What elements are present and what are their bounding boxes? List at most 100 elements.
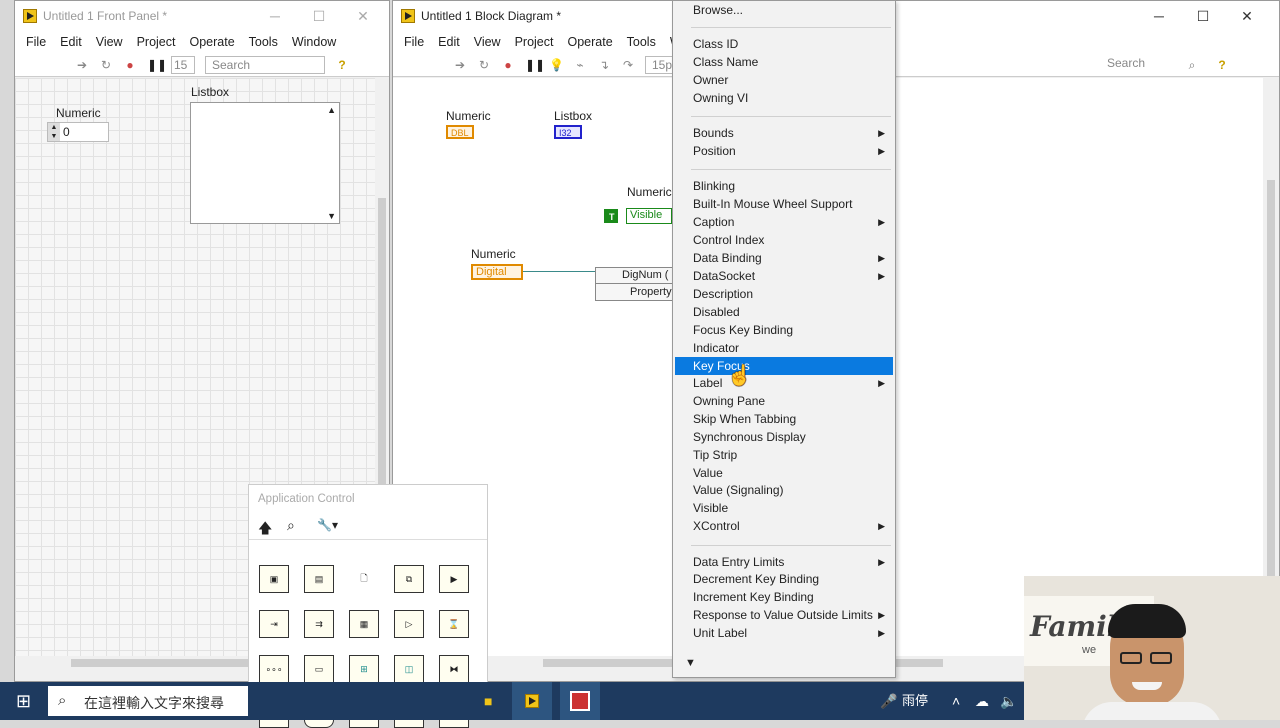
menu-item-focus-key-binding[interactable]: Focus Key Binding bbox=[675, 321, 893, 339]
close-icon[interactable]: ✕ bbox=[1225, 1, 1269, 31]
menu-item-skip-when-tabbing[interactable]: Skip When Tabbing bbox=[675, 410, 893, 428]
file-explorer-icon[interactable]: ■ bbox=[484, 682, 492, 720]
windows-start-icon[interactable]: ⊞ bbox=[16, 682, 31, 720]
close-reference-icon[interactable]: ▤ bbox=[304, 565, 334, 593]
menu-item-control-index[interactable]: Control Index bbox=[675, 231, 893, 249]
menu-item-response-to-value-outside-limits[interactable]: Response to Value Outside Limits ▶ bbox=[675, 606, 893, 624]
run-arrow-icon[interactable]: ➔ bbox=[75, 58, 89, 72]
menu-item-value[interactable]: Value bbox=[675, 464, 893, 482]
open-vi-reference-icon[interactable]: ▣ bbox=[259, 565, 289, 593]
bd-menu-operate[interactable]: Operate bbox=[560, 35, 619, 49]
highlight-execution-icon[interactable]: 💡 bbox=[549, 58, 564, 72]
vi-server-icon[interactable]: ▦ bbox=[349, 610, 379, 638]
menu-scroll-down-icon[interactable]: ▼ bbox=[685, 657, 696, 669]
maximize-icon[interactable]: ☐ bbox=[297, 1, 341, 31]
new-file-icon[interactable]: 🗋 bbox=[349, 565, 379, 593]
help-icon[interactable]: ? bbox=[335, 58, 349, 72]
minimize-icon[interactable]: ─ bbox=[253, 1, 297, 31]
menu-item-class-id[interactable]: Class ID bbox=[675, 35, 893, 53]
menu-item-blinking[interactable]: Blinking bbox=[675, 177, 893, 195]
connector-icon[interactable]: ⧓ bbox=[439, 655, 469, 683]
menu-item-owner[interactable]: Owner bbox=[675, 71, 893, 89]
menu-item-tip-strip[interactable]: Tip Strip bbox=[675, 446, 893, 464]
fp-menu-window[interactable]: Window bbox=[285, 35, 343, 49]
fp-search-input[interactable]: Search bbox=[205, 55, 325, 74]
menu-item-position[interactable]: Position ▶ bbox=[675, 142, 893, 160]
volume-icon[interactable]: 🔈 bbox=[1000, 682, 1017, 720]
menu-item-built-in-mouse-wheel-support[interactable]: Built-In Mouse Wheel Support bbox=[675, 195, 893, 213]
hourglass-icon[interactable]: ⌛ bbox=[439, 610, 469, 638]
menu-item-owning-vi[interactable]: Owning VI bbox=[675, 89, 893, 107]
menu-item-datasocket[interactable]: DataSocket ▶ bbox=[675, 267, 893, 285]
bd-numeric-terminal[interactable]: DBL bbox=[446, 125, 474, 139]
bd-menu-file[interactable]: File bbox=[397, 35, 431, 49]
bd-true-constant[interactable]: T bbox=[604, 209, 618, 223]
bd-vertical-scrollbar[interactable] bbox=[1263, 78, 1279, 656]
bd-menu-project[interactable]: Project bbox=[508, 35, 561, 49]
fp-menu-file[interactable]: File bbox=[19, 35, 53, 49]
scroll-up-icon[interactable]: ▲ bbox=[327, 105, 336, 115]
help-icon[interactable]: ? bbox=[1215, 58, 1229, 72]
menu-item-increment-key-binding[interactable]: Increment Key Binding bbox=[675, 588, 893, 606]
menu-item-label[interactable]: Label ▶ bbox=[675, 374, 893, 392]
retain-wire-icon[interactable]: ⌁ bbox=[573, 58, 587, 72]
pause-icon[interactable]: ❚❚ bbox=[147, 58, 167, 72]
call-by-reference-icon[interactable]: ▶ bbox=[439, 565, 469, 593]
step-over-icon[interactable]: ↷ bbox=[621, 58, 635, 72]
fp-menu-operate[interactable]: Operate bbox=[182, 35, 241, 49]
abort-icon[interactable]: ● bbox=[501, 58, 515, 72]
maximize-icon[interactable]: ☐ bbox=[1181, 1, 1225, 31]
menu-item-bounds[interactable]: Bounds ▶ bbox=[675, 124, 893, 142]
microphone-icon[interactable]: 🎤 bbox=[880, 682, 897, 720]
run-arrow-icon[interactable]: ➔ bbox=[453, 58, 467, 72]
abort-icon[interactable]: ● bbox=[123, 58, 137, 72]
taskbar-search-box[interactable]: ⌕ 在這裡輸入文字來搜尋 bbox=[48, 686, 248, 716]
run-vi-icon[interactable]: ▷ bbox=[394, 610, 424, 638]
menu-item-decrement-key-binding[interactable]: Decrement Key Binding bbox=[675, 570, 893, 588]
static-vi-reference-icon[interactable]: ⧉ bbox=[394, 565, 424, 593]
property-node-icon[interactable]: ⇥ bbox=[259, 610, 289, 638]
bd-visible-property[interactable]: Visible bbox=[626, 208, 672, 224]
fp-menu-view[interactable]: View bbox=[89, 35, 130, 49]
menu-item-description[interactable]: Description bbox=[675, 285, 893, 303]
font-size-box[interactable]: 15 bbox=[171, 55, 195, 74]
onedrive-icon[interactable]: ☁ bbox=[975, 682, 989, 720]
bd-search-input[interactable]: Search bbox=[1089, 55, 1199, 73]
bd-listbox-terminal[interactable]: I32 bbox=[554, 125, 582, 139]
invoke-node-icon[interactable]: ⇉ bbox=[304, 610, 334, 638]
bd-search-icon[interactable]: ⌕ bbox=[1185, 58, 1199, 72]
cursor-icon[interactable]: ▭ bbox=[304, 655, 334, 683]
scroll-down-icon[interactable]: ▼ bbox=[327, 211, 336, 221]
menu-item-caption[interactable]: Caption ▶ bbox=[675, 213, 893, 231]
fp-listbox[interactable]: ▲ ▼ bbox=[190, 102, 340, 224]
menu-item-class-name[interactable]: Class Name bbox=[675, 53, 893, 71]
bd-menu-edit[interactable]: Edit bbox=[431, 35, 467, 49]
increment-decrement-icon[interactable]: ▲ ▼ bbox=[48, 123, 60, 141]
palette-tools-icon[interactable]: 🔧▾ bbox=[317, 518, 338, 532]
to-more-specific-icon[interactable]: ◫ bbox=[394, 655, 424, 683]
menu-item-data-binding[interactable]: Data Binding ▶ bbox=[675, 249, 893, 267]
menu-item-key-focus[interactable]: Key Focus bbox=[675, 357, 893, 375]
bd-menu-view[interactable]: View bbox=[467, 35, 508, 49]
close-icon[interactable]: ✕ bbox=[341, 1, 385, 31]
run-continuous-icon[interactable]: ↻ bbox=[99, 58, 113, 72]
bd-menu-tools[interactable]: Tools bbox=[620, 35, 663, 49]
menu-item-browse[interactable]: Browse... bbox=[675, 1, 893, 19]
front-panel-titlebar[interactable]: Untitled 1 Front Panel * ─ ☐ ✕ bbox=[15, 1, 389, 31]
weather-text[interactable]: 雨停 bbox=[902, 682, 928, 720]
menu-item-xcontrol[interactable]: XControl ▶ bbox=[675, 517, 893, 535]
menu-icon[interactable]: ∘∘∘ bbox=[259, 655, 289, 683]
menu-item-owning-pane[interactable]: Owning Pane bbox=[675, 392, 893, 410]
menu-item-data-entry-limits[interactable]: Data Entry Limits ▶ bbox=[675, 553, 893, 571]
fp-menu-tools[interactable]: Tools bbox=[242, 35, 285, 49]
minimize-icon[interactable]: ─ bbox=[1137, 1, 1181, 31]
fp-numeric-value[interactable]: 0 bbox=[63, 125, 70, 139]
menu-item-synchronous-display[interactable]: Synchronous Display bbox=[675, 428, 893, 446]
menu-item-value-signaling[interactable]: Value (Signaling) bbox=[675, 481, 893, 499]
bd-reference-terminal[interactable]: Digital bbox=[471, 264, 523, 280]
menu-item-unit-label[interactable]: Unit Label ▶ bbox=[675, 624, 893, 642]
fp-numeric-control[interactable]: ▲ ▼ 0 bbox=[47, 122, 109, 142]
menu-item-visible[interactable]: Visible bbox=[675, 499, 893, 517]
step-into-icon[interactable]: ↴ bbox=[597, 58, 611, 72]
menu-item-disabled[interactable]: Disabled bbox=[675, 303, 893, 321]
